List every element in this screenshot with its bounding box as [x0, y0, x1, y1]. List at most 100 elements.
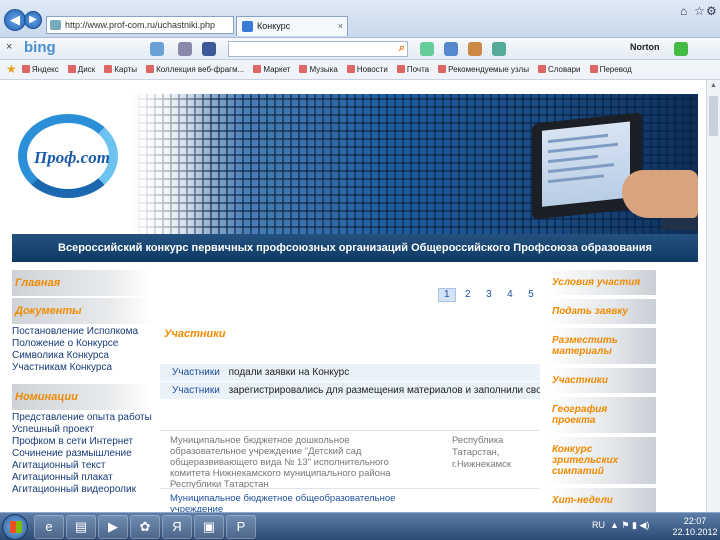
filter-link[interactable]: Участники	[172, 385, 220, 396]
norton-button[interactable]: Norton	[630, 42, 660, 52]
favorite-link[interactable]: Словари	[538, 65, 581, 74]
favorites-icon[interactable]: ★	[6, 62, 17, 76]
clock-time: 22:07	[683, 516, 707, 526]
bing-search-input[interactable]: ⌕	[228, 41, 408, 57]
nav-hit-of-week[interactable]: Хит-недели	[549, 488, 656, 512]
browser-titlebar: ◀ ▶ http://www.prof-com.ru/uchastniki.ph…	[0, 0, 720, 38]
bing-games-icon[interactable]	[468, 42, 482, 56]
list-item[interactable]: Муниципальное бюджетное дошкольное образ…	[160, 430, 540, 490]
favorite-link[interactable]: Музыка	[299, 65, 338, 74]
nav-audience-contest[interactable]: Конкурс зрительских симпатий	[549, 437, 656, 484]
bing-tool-icon[interactable]	[420, 42, 434, 56]
page-1-link[interactable]: 1	[437, 288, 456, 302]
facebook-icon[interactable]	[202, 42, 216, 56]
favorite-link[interactable]: Рекомендуемые узлы	[438, 65, 529, 74]
nav-documents[interactable]: Документы	[12, 298, 152, 324]
favorites-bar: ★ Яндекс Диск Карты Коллекция веб-фрагм.…	[0, 60, 720, 80]
right-sidebar: Условия участия Подать заявку Разместить…	[549, 270, 656, 512]
nav-place-materials[interactable]: Разместить материалы	[549, 328, 656, 364]
tab-close-icon[interactable]: ×	[338, 17, 343, 35]
media-taskbar-icon[interactable]: ▶	[98, 515, 128, 539]
nomination-link[interactable]: Успешный проект	[12, 424, 152, 436]
nav-conditions[interactable]: Условия участия	[549, 270, 656, 295]
bing-weather-icon[interactable]	[492, 42, 506, 56]
favorite-link[interactable]: Яндекс	[21, 65, 59, 74]
left-sidebar: Главная Документы Постановление Исполком…	[12, 270, 152, 512]
nomination-link[interactable]: Агитационный текст	[12, 460, 152, 472]
favorite-link[interactable]: Маркет	[253, 65, 290, 74]
explorer-taskbar-icon[interactable]: ▤	[66, 515, 96, 539]
nav-geography[interactable]: География проекта	[549, 397, 656, 433]
powerpoint-taskbar-icon[interactable]: P	[226, 515, 256, 539]
address-text: http://www.prof-com.ru/uchastniki.php	[65, 20, 216, 30]
home-icon[interactable]: ⌂	[680, 4, 687, 18]
doc-link[interactable]: Постановление Исполкома	[12, 326, 152, 338]
pagination: 1 2 3 4 5	[437, 288, 540, 302]
nomination-link[interactable]: Представление опыта работы	[12, 412, 152, 424]
filter-text: подали заявки на Конкурс	[228, 367, 350, 378]
hand-image	[622, 170, 698, 218]
site-favicon-icon	[50, 20, 61, 30]
forward-icon[interactable]: ▶	[24, 11, 42, 29]
banner-title: Всероссийский конкурс первичных профсоюз…	[12, 234, 698, 262]
nav-participants[interactable]: Участники	[549, 368, 656, 393]
favorite-link[interactable]: Новости	[346, 65, 388, 74]
site-banner: Проф.com	[12, 94, 698, 234]
list-item[interactable]: Муниципальное бюджетное общеобразователь…	[160, 488, 540, 512]
main-content: 1 2 3 4 5 Участники Участники подали зая…	[160, 270, 542, 512]
nomination-link[interactable]: Агитационный плакат	[12, 472, 152, 484]
favorite-link[interactable]: Перевод	[589, 65, 632, 74]
windows-taskbar: e ▤ ▶ ✿ Я ▣ P RU ▲ ⚑ ▮ ◀) 22:07 22.10.20…	[0, 512, 720, 540]
scroll-up-icon[interactable]: ▲	[709, 82, 718, 92]
tab-favicon-icon	[242, 21, 253, 32]
ie-taskbar-icon[interactable]: e	[34, 515, 64, 539]
bing-news-icon[interactable]	[444, 42, 458, 56]
favorite-link[interactable]: Коллекция веб-фрагм...	[146, 65, 244, 74]
bing-logo: bing	[24, 39, 56, 56]
site-logo[interactable]: Проф.com	[34, 148, 110, 168]
page-5-link[interactable]: 5	[522, 288, 540, 302]
back-icon[interactable]: ◀	[4, 9, 26, 31]
doc-link[interactable]: Положение о Конкурсе	[12, 338, 152, 350]
address-bar[interactable]: http://www.prof-com.ru/uchastniki.php	[46, 16, 234, 34]
doc-link[interactable]: Символика Конкурса	[12, 350, 152, 362]
entry-organization[interactable]: Муниципальное бюджетное дошкольное образ…	[170, 435, 410, 490]
filter-text: зарегистрировались для размещения матери…	[228, 385, 540, 396]
bing-close-icon[interactable]: ×	[6, 41, 12, 53]
favorite-link[interactable]: Диск	[67, 65, 95, 74]
nav-nominations[interactable]: Номинации	[12, 384, 152, 410]
favorite-link[interactable]: Почта	[396, 65, 429, 74]
vertical-scrollbar[interactable]: ▲	[706, 80, 720, 512]
filter-link[interactable]: Участники	[172, 367, 220, 378]
page-3-link[interactable]: 3	[480, 288, 498, 302]
nav-home[interactable]: Главная	[12, 270, 152, 296]
nav-submit-application[interactable]: Подать заявку	[549, 299, 656, 324]
favorites-star-icon[interactable]: ☆	[694, 4, 705, 18]
filter-row: Участники подали заявки на Конкурс	[160, 364, 540, 382]
nomination-link[interactable]: Агитационный видеоролик	[12, 484, 152, 496]
entry-organization[interactable]: Муниципальное бюджетное общеобразователь…	[170, 493, 410, 512]
start-button[interactable]	[2, 514, 28, 540]
yandex-taskbar-icon[interactable]: Я	[162, 515, 192, 539]
bing-toolbar: × bing ⌕ Norton	[0, 38, 720, 60]
window-taskbar-icon[interactable]: ▣	[194, 515, 224, 539]
search-icon[interactable]: ⌕	[399, 42, 405, 55]
page-2-link[interactable]: 2	[459, 288, 477, 302]
bing-chat-icon[interactable]	[150, 42, 164, 56]
system-clock[interactable]: 22:07 22.10.2012	[672, 516, 718, 538]
page-viewport: Проф.com Всероссийский конкурс первичных…	[0, 80, 720, 512]
norton-status-icon[interactable]	[674, 42, 688, 56]
clock-date: 22.10.2012	[672, 527, 718, 537]
nomination-link[interactable]: Сочинение размышление	[12, 448, 152, 460]
favorite-link[interactable]: Карты	[104, 65, 137, 74]
nomination-link[interactable]: Профком в сети Интернет	[12, 436, 152, 448]
tab-konkurs[interactable]: Конкурс ×	[236, 16, 348, 36]
page-4-link[interactable]: 4	[501, 288, 519, 302]
tray-language[interactable]: RU ▲ ⚑ ▮ ◀)	[592, 520, 649, 531]
site-container: Проф.com Всероссийский конкурс первичных…	[12, 94, 698, 512]
bing-share-icon[interactable]	[178, 42, 192, 56]
doc-link[interactable]: Участникам Конкурса	[12, 362, 152, 374]
scroll-thumb[interactable]	[709, 96, 718, 136]
messenger-taskbar-icon[interactable]: ✿	[130, 515, 160, 539]
tools-gear-icon[interactable]: ⚙	[706, 4, 717, 18]
